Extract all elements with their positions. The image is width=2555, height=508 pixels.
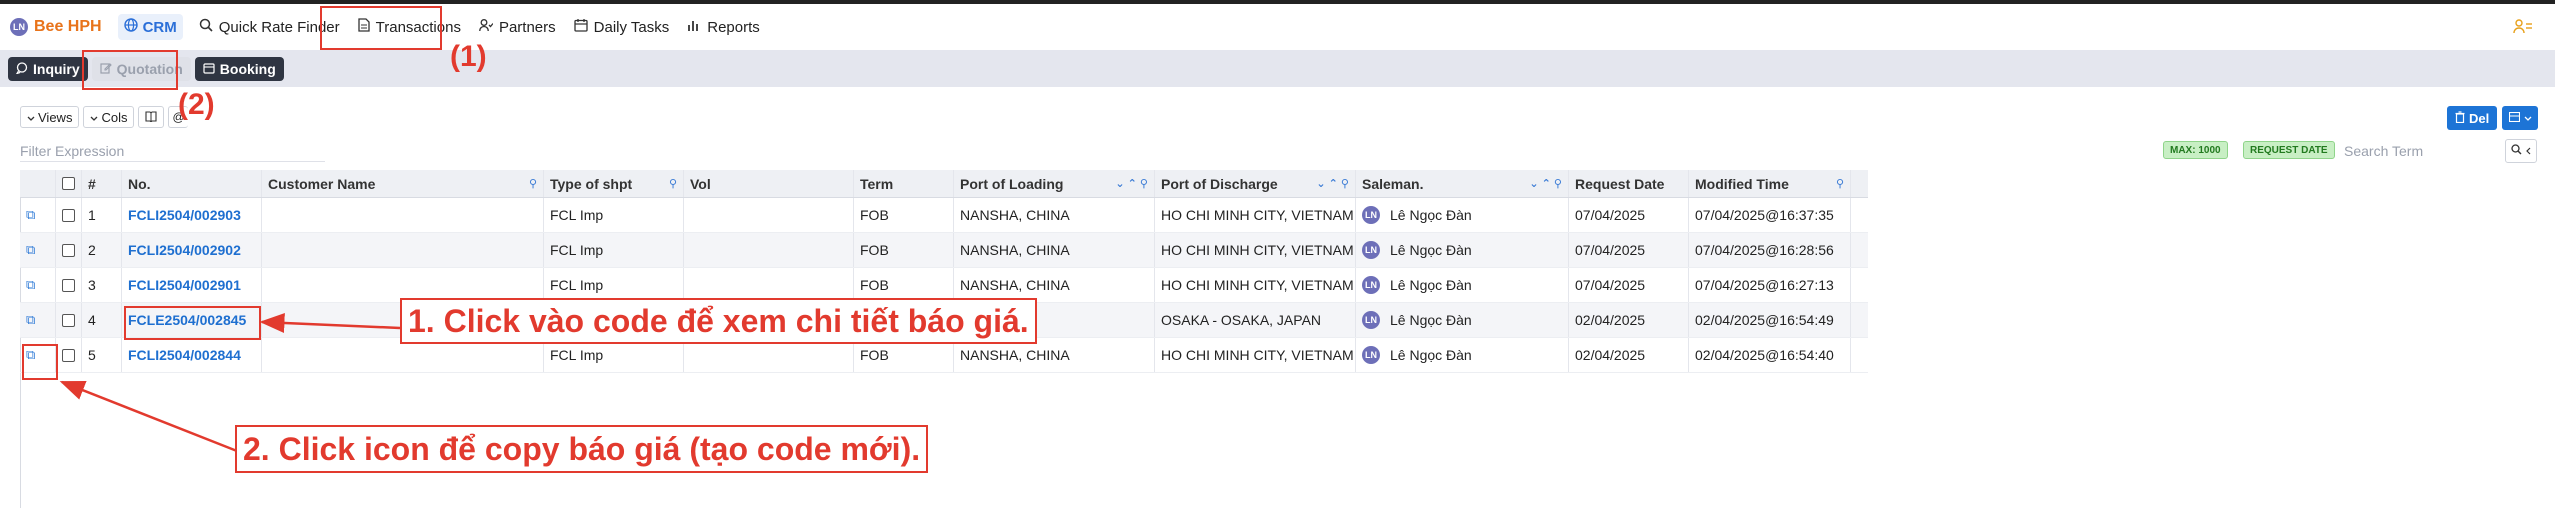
annotation-callout-2: 2. Click icon để copy báo giá (tạo code … (235, 425, 929, 473)
annotation-callout-1: 1. Click vào code để xem chi tiết báo gi… (400, 298, 1037, 344)
